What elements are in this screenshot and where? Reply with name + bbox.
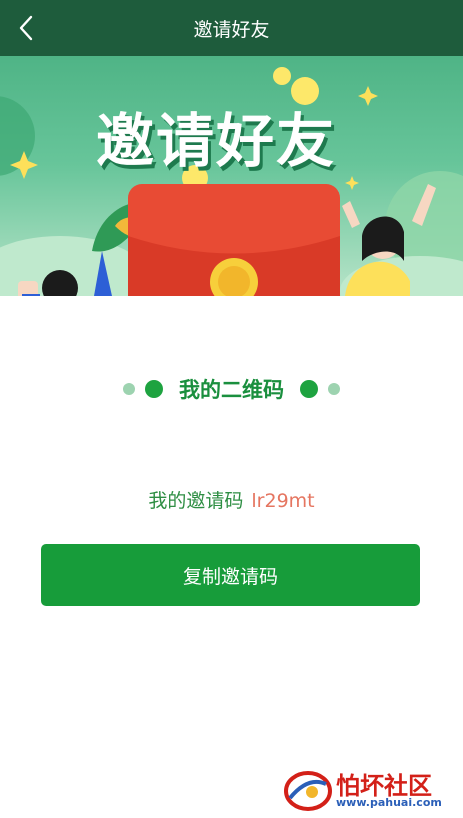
back-button[interactable] xyxy=(12,14,40,42)
invite-code-value: lr29mt xyxy=(251,490,315,512)
decor-dot xyxy=(123,383,135,395)
invite-code-label: 我的邀请码 xyxy=(148,490,244,512)
qr-code-title: 我的二维码 xyxy=(179,378,284,402)
decor-dot xyxy=(328,383,340,395)
invite-banner: 邀请好友 xyxy=(0,56,463,296)
copy-invite-code-button[interactable]: 复制邀请码 xyxy=(41,544,420,606)
top-nav-bar: 邀请好友 xyxy=(0,0,463,56)
site-watermark: 怕坏社区 www.pahuai.com xyxy=(282,766,460,814)
qr-code-heading: 我的二维码 xyxy=(0,372,463,406)
chevron-left-icon xyxy=(19,15,33,41)
invite-code-row: 我的邀请码 lr29mt xyxy=(0,486,463,513)
decor-dot xyxy=(300,380,318,398)
decor-dot xyxy=(145,380,163,398)
banner-title: 邀请好友 xyxy=(96,107,337,175)
watermark-logo-icon xyxy=(284,771,332,811)
watermark-url: www.pahuai.com xyxy=(336,796,442,809)
page-title: 邀请好友 xyxy=(193,18,270,41)
